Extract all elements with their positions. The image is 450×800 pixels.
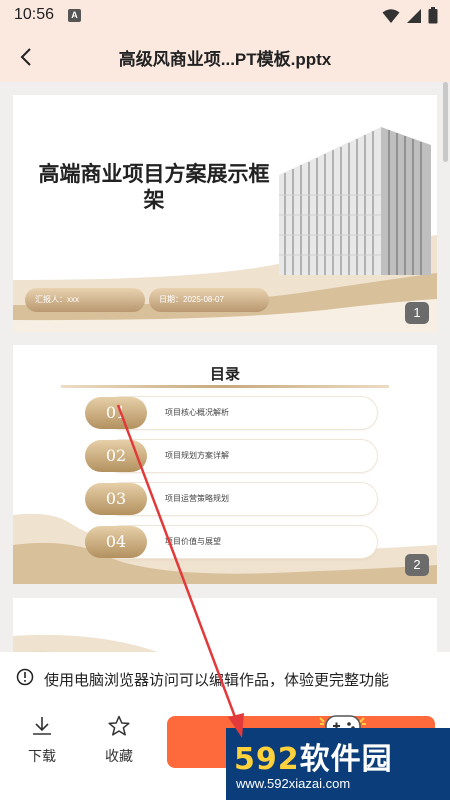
top-bar: 高级风商业项...PT模板.pptx <box>0 32 450 82</box>
watermark-brand: 592软件园 <box>234 734 393 778</box>
toc-item-text: 项目价值与展望 <box>165 537 221 546</box>
building-image <box>279 127 431 275</box>
notice-banner: 使用电脑浏览器访问可以编辑作品，体验更完整功能 <box>0 652 450 704</box>
slide-background <box>13 634 158 652</box>
notice-text: 使用电脑浏览器访问可以编辑作品，体验更完整功能 <box>44 671 390 689</box>
battery-icon <box>428 7 438 24</box>
reporter-pill: 汇报人：xxx <box>25 288 145 312</box>
wifi-icon <box>382 8 400 23</box>
download-label: 下载 <box>28 749 56 765</box>
info-icon <box>16 668 34 686</box>
status-icons <box>382 7 438 24</box>
page-title: 高级风商业项...PT模板.pptx <box>118 50 332 69</box>
slides-preview[interactable]: 高端商业项目方案展示框架 汇报人：xxx 日期：2025-08-07 1 目录 … <box>0 82 450 652</box>
toc-item: 01 项目核心概况解析 <box>85 397 377 429</box>
toc-item: 02 项目规划方案详解 <box>85 440 377 472</box>
toc-item: 03 项目运营策略规划 <box>85 483 377 515</box>
toc-item-number: 02 <box>85 440 147 472</box>
toc-item-number: 03 <box>85 483 147 515</box>
download-button[interactable]: 下载 <box>17 714 67 766</box>
toc-item-text: 项目规划方案详解 <box>165 451 229 460</box>
slide-1[interactable]: 高端商业项目方案展示框架 汇报人：xxx 日期：2025-08-07 1 <box>13 95 437 332</box>
slide-2[interactable]: 目录 01 项目核心概况解析 02 项目规划方案详解 03 项目运营策略规划 0… <box>13 345 437 584</box>
star-icon <box>108 715 130 736</box>
toc-item-number: 01 <box>85 397 147 429</box>
status-time: 10:56 <box>14 6 55 23</box>
download-icon <box>33 717 51 735</box>
signal-icon <box>407 8 421 23</box>
toc-title: 目录 <box>209 365 240 383</box>
watermark-brand-name: 软件园 <box>299 742 393 777</box>
watermark-url: www.592xiazai.com <box>236 776 351 791</box>
status-bar: 10:56 A <box>0 0 450 32</box>
notification-icon: A <box>68 9 81 22</box>
slide-3[interactable] <box>13 598 437 652</box>
slide-number-1: 1 <box>405 302 429 324</box>
watermark-logo: 592软件园 www.592xiazai.com <box>226 728 450 800</box>
toc-item-number: 04 <box>85 526 147 558</box>
toc-divider <box>61 385 389 388</box>
favorite-label: 收藏 <box>105 749 133 765</box>
date-pill: 日期：2025-08-07 <box>149 288 269 312</box>
slide-number-2: 2 <box>405 554 429 576</box>
toc-item-text: 项目运营策略规划 <box>165 494 229 503</box>
watermark-brand-number: 592 <box>234 742 300 777</box>
scrollbar[interactable] <box>443 82 448 162</box>
toc-item: 04 项目价值与展望 <box>85 526 377 558</box>
slide-1-title: 高端商业项目方案展示框架 <box>38 162 270 212</box>
toc-item-text: 项目核心概况解析 <box>165 408 229 417</box>
favorite-button[interactable]: 收藏 <box>94 714 144 766</box>
